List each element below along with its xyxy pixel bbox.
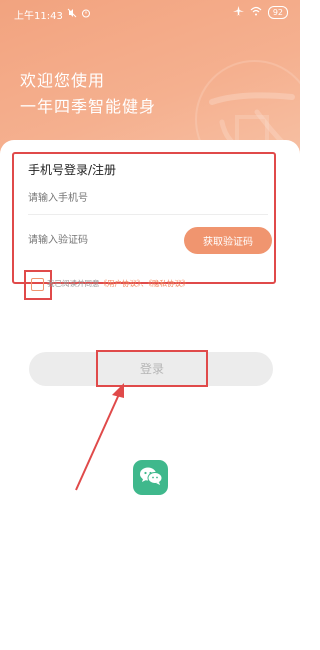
wechat-icon bbox=[139, 466, 163, 490]
annotation-arrow bbox=[75, 383, 124, 491]
wechat-login-button[interactable] bbox=[133, 460, 168, 495]
